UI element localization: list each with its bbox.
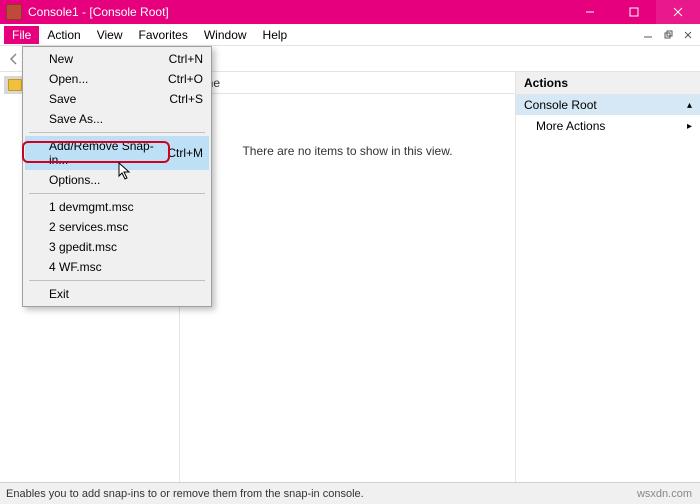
actions-section-label: Console Root <box>524 98 597 112</box>
menu-window[interactable]: Window <box>196 26 255 44</box>
close-icon <box>683 30 693 40</box>
minimize-icon <box>643 30 653 40</box>
menu-item-label: 2 services.msc <box>49 220 128 234</box>
menu-item-label: 4 WF.msc <box>49 260 102 274</box>
restore-icon <box>663 30 673 40</box>
menu-item-label: Open... <box>49 72 88 86</box>
menu-item-label: Options... <box>49 173 100 187</box>
menu-item-label: Exit <box>49 287 69 301</box>
menu-item-recent-1[interactable]: 1 devmgmt.msc <box>25 197 209 217</box>
file-menu-dropdown: New Ctrl+N Open... Ctrl+O Save Ctrl+S Sa… <box>22 46 212 307</box>
menu-item-label: 1 devmgmt.msc <box>49 200 134 214</box>
list-empty-text: There are no items to show in this view. <box>180 94 515 158</box>
window-title: Console1 - [Console Root] <box>28 5 568 19</box>
menu-item-shortcut: Ctrl+M <box>155 146 203 160</box>
menu-item-options[interactable]: Options... <box>25 170 209 190</box>
actions-pane-title: Actions <box>516 72 700 95</box>
menu-help[interactable]: Help <box>255 26 296 44</box>
menu-item-recent-3[interactable]: 3 gpedit.msc <box>25 237 209 257</box>
maximize-button[interactable] <box>612 0 656 24</box>
mdi-close-button[interactable] <box>680 28 696 42</box>
actions-more-actions[interactable]: More Actions ▸ <box>516 115 700 137</box>
menu-item-shortcut: Ctrl+S <box>157 92 203 106</box>
statusbar-text: Enables you to add snap-ins to or remove… <box>6 488 364 500</box>
menu-item-label: New <box>49 52 73 66</box>
back-button[interactable] <box>4 49 24 69</box>
menu-separator <box>29 280 205 281</box>
folder-icon <box>8 79 22 91</box>
submenu-arrow-icon: ▸ <box>687 121 692 132</box>
actions-pane: Actions Console Root ▴ More Actions ▸ <box>515 72 700 482</box>
list-pane[interactable]: Name There are no items to show in this … <box>180 72 515 482</box>
menu-item-recent-4[interactable]: 4 WF.msc <box>25 257 209 277</box>
menu-item-exit[interactable]: Exit <box>25 284 209 304</box>
menu-action[interactable]: Action <box>39 26 88 44</box>
menu-favorites[interactable]: Favorites <box>131 26 196 44</box>
minimize-icon <box>585 7 595 17</box>
menu-separator <box>29 193 205 194</box>
statusbar: Enables you to add snap-ins to or remove… <box>0 482 700 504</box>
watermark: wsxdn.com <box>637 488 692 500</box>
close-icon <box>673 7 683 17</box>
list-column-header[interactable]: Name <box>180 72 515 94</box>
mmc-app-icon <box>6 4 22 20</box>
menu-item-label: Add/Remove Snap-in... <box>49 139 155 167</box>
collapse-icon: ▴ <box>687 100 692 111</box>
menu-view[interactable]: View <box>89 26 131 44</box>
menu-separator <box>29 132 205 133</box>
mdi-restore-button[interactable] <box>660 28 676 42</box>
minimize-button[interactable] <box>568 0 612 24</box>
menu-item-save-as[interactable]: Save As... <box>25 109 209 129</box>
close-button[interactable] <box>656 0 700 24</box>
menu-item-label: 3 gpedit.msc <box>49 240 117 254</box>
mdi-controls <box>640 28 700 42</box>
actions-section-header[interactable]: Console Root ▴ <box>516 95 700 115</box>
menu-item-save[interactable]: Save Ctrl+S <box>25 89 209 109</box>
menu-item-label: Save <box>49 92 76 106</box>
mdi-minimize-button[interactable] <box>640 28 656 42</box>
menu-item-open[interactable]: Open... Ctrl+O <box>25 69 209 89</box>
menu-item-add-remove-snapin[interactable]: Add/Remove Snap-in... Ctrl+M <box>25 136 209 170</box>
actions-more-label: More Actions <box>536 119 605 133</box>
arrow-left-icon <box>7 52 21 66</box>
menu-item-shortcut: Ctrl+N <box>157 52 203 66</box>
menu-item-recent-2[interactable]: 2 services.msc <box>25 217 209 237</box>
maximize-icon <box>629 7 639 17</box>
menu-item-label: Save As... <box>49 112 103 126</box>
titlebar: Console1 - [Console Root] <box>0 0 700 24</box>
menu-item-shortcut: Ctrl+O <box>156 72 203 86</box>
menu-item-new[interactable]: New Ctrl+N <box>25 49 209 69</box>
menubar: File Action View Favorites Window Help <box>0 24 700 46</box>
menu-file[interactable]: File <box>4 26 39 44</box>
